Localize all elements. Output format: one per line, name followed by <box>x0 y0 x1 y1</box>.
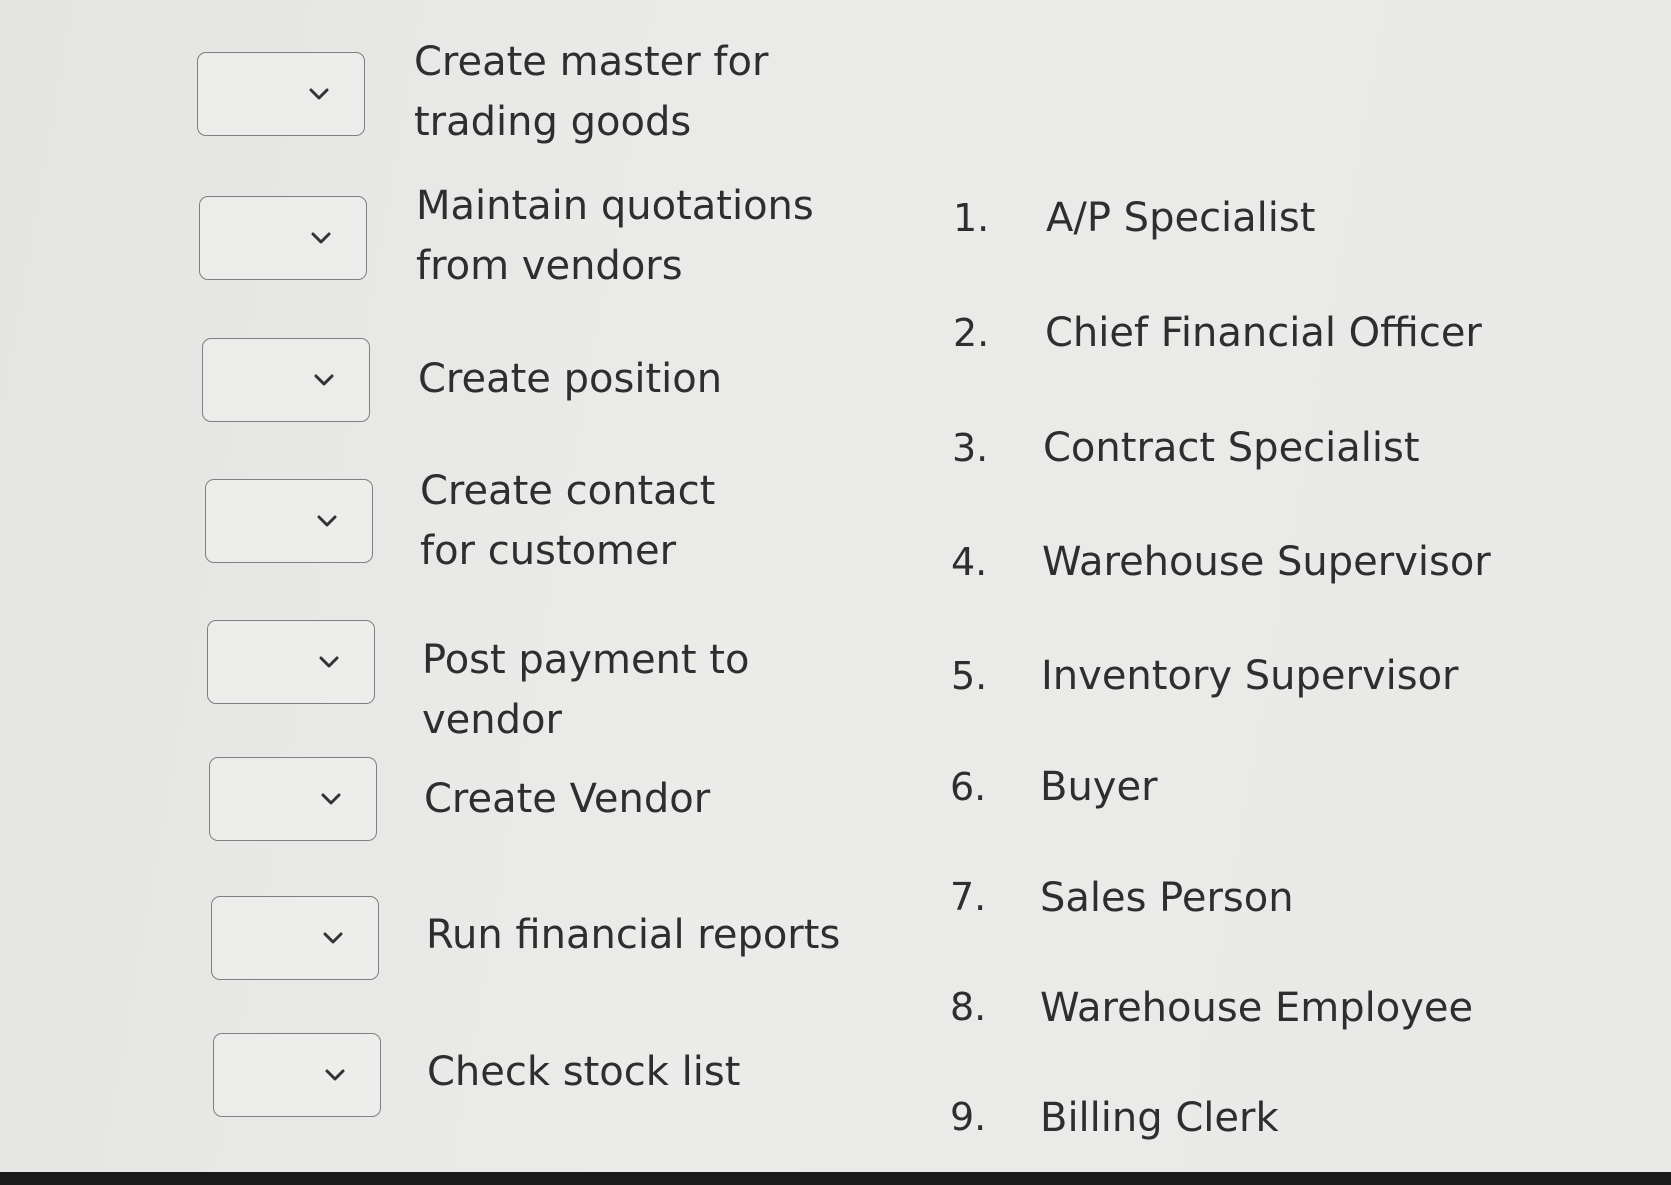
option-number-4: 4. <box>951 540 988 584</box>
option-number-2: 2. <box>953 311 990 355</box>
option-label-9: Billing Clerk <box>1040 1095 1279 1141</box>
task-label-2: Maintain quotations from vendors <box>416 183 814 289</box>
role-select-4[interactable] <box>205 479 373 563</box>
option-label-7: Sales Person <box>1040 875 1294 921</box>
chevron-down-icon <box>325 1069 345 1081</box>
role-select-6[interactable] <box>209 757 377 841</box>
option-label-6: Buyer <box>1040 764 1158 810</box>
task-label-4: Create contact for customer <box>420 468 716 574</box>
option-number-8: 8. <box>950 985 987 1029</box>
option-label-3: Contract Specialist <box>1043 425 1420 471</box>
option-label-4: Warehouse Supervisor <box>1042 539 1491 585</box>
task-label-6: Create Vendor <box>424 776 711 822</box>
option-number-7: 7. <box>950 875 987 919</box>
task-label-1: Create master for trading goods <box>414 39 769 145</box>
chevron-down-icon <box>317 515 337 527</box>
role-select-2[interactable] <box>199 196 367 280</box>
role-select-5[interactable] <box>207 620 375 704</box>
task-label-7: Run financial reports <box>426 912 841 958</box>
option-number-6: 6. <box>950 765 987 809</box>
task-label-8: Check stock list <box>427 1049 741 1095</box>
task-label-5: Post payment to vendor <box>422 637 750 743</box>
option-number-9: 9. <box>950 1095 987 1139</box>
chevron-down-icon <box>319 656 339 668</box>
chevron-down-icon <box>321 793 341 805</box>
task-label-3: Create position <box>418 356 723 402</box>
option-number-1: 1. <box>953 196 990 240</box>
role-select-1[interactable] <box>197 52 365 136</box>
chevron-down-icon <box>311 232 331 244</box>
option-label-8: Warehouse Employee <box>1040 985 1474 1031</box>
role-select-7[interactable] <box>211 896 379 980</box>
option-number-3: 3. <box>952 426 989 470</box>
option-number-5: 5. <box>951 654 988 698</box>
option-label-2: Chief Financial Officer <box>1045 310 1482 356</box>
matching-question: Create master for trading goods Maintain… <box>0 0 1671 1172</box>
screen-bezel <box>0 1172 1671 1185</box>
chevron-down-icon <box>314 374 334 386</box>
chevron-down-icon <box>309 88 329 100</box>
option-label-1: A/P Specialist <box>1046 195 1316 241</box>
role-select-3[interactable] <box>202 338 370 422</box>
option-label-5: Inventory Supervisor <box>1041 653 1459 699</box>
role-select-8[interactable] <box>213 1033 381 1117</box>
chevron-down-icon <box>323 932 343 944</box>
